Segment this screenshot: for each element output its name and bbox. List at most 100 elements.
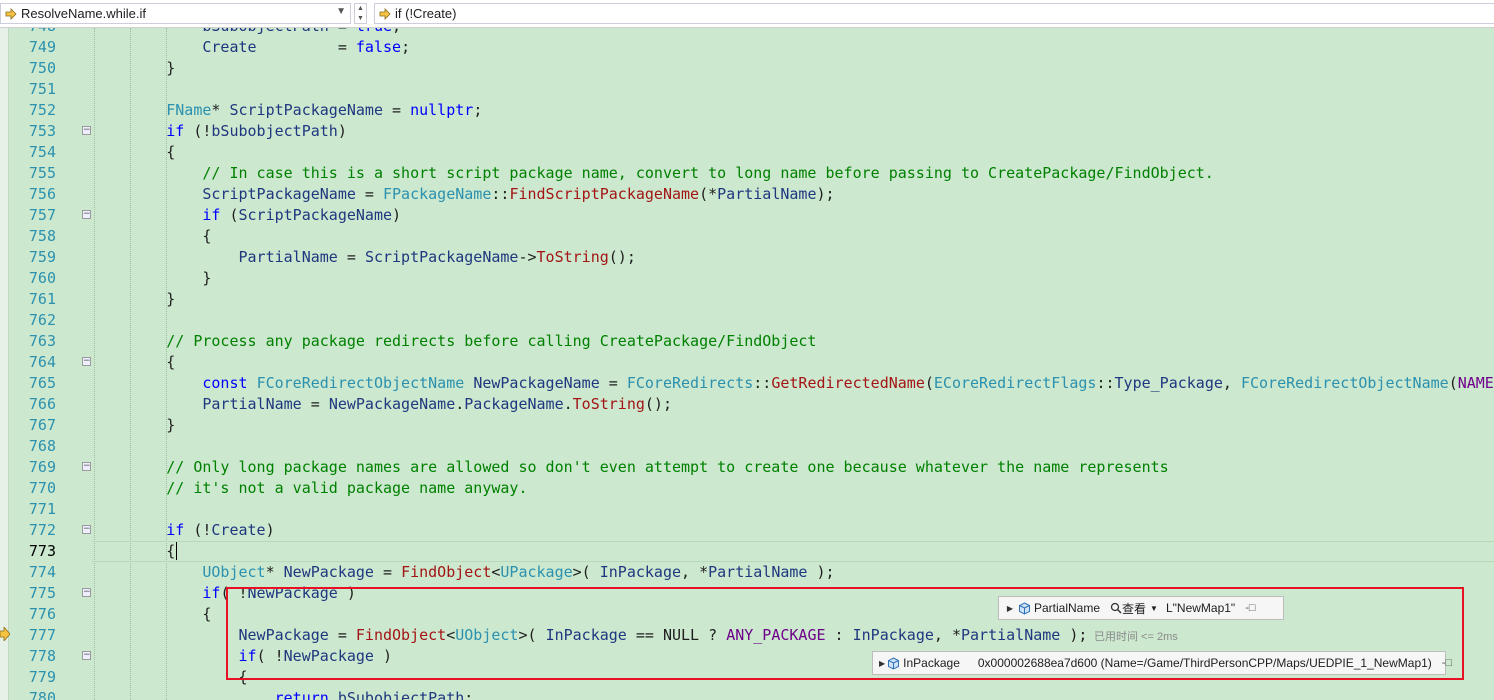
pin-icon[interactable]: -□ bbox=[1442, 657, 1452, 669]
scope-dropdown[interactable]: ResolveName.while.if ▼ bbox=[0, 3, 351, 24]
code-line[interactable]: 760 } bbox=[0, 268, 1494, 289]
code-text[interactable]: if( !NewPackage ) bbox=[94, 583, 356, 604]
code-line[interactable]: 765 const FCoreRedirectObjectName NewPac… bbox=[0, 373, 1494, 394]
code-line[interactable]: 768 bbox=[0, 436, 1494, 457]
code-token: :: bbox=[753, 374, 772, 392]
code-line[interactable]: 770 // it's not a valid package name any… bbox=[0, 478, 1494, 499]
line-number: 764 bbox=[28, 353, 56, 371]
collapse-icon[interactable]: − bbox=[82, 525, 91, 534]
visualizer-button[interactable]: 查看 ▼ bbox=[1110, 600, 1158, 617]
code-text[interactable]: } bbox=[94, 289, 175, 310]
code-text[interactable]: // it's not a valid package name anyway. bbox=[94, 478, 527, 499]
code-text[interactable]: PartialName = ScriptPackageName->ToStrin… bbox=[94, 247, 636, 268]
code-line[interactable]: 754 { bbox=[0, 142, 1494, 163]
code-line[interactable]: 771 bbox=[0, 499, 1494, 520]
code-text[interactable]: { bbox=[94, 142, 175, 163]
code-line[interactable]: 762 bbox=[0, 310, 1494, 331]
datatip-value[interactable]: 0x000002688ea7d600 (Name=/Game/ThirdPers… bbox=[978, 656, 1432, 670]
code-line[interactable]: 763 // Process any package redirects bef… bbox=[0, 331, 1494, 352]
code-text[interactable]: } bbox=[94, 58, 175, 79]
collapse-icon[interactable]: − bbox=[82, 210, 91, 219]
code-line[interactable]: 774 UObject* NewPackage = FindObject<UPa… bbox=[0, 562, 1494, 583]
datatip-inpackage[interactable]: ▶ InPackage 0x000002688ea7d600 (Name=/Ga… bbox=[872, 651, 1452, 675]
spin-up-icon[interactable]: ▲ bbox=[357, 5, 364, 12]
code-text[interactable]: const FCoreRedirectObjectName NewPackage… bbox=[94, 373, 1494, 394]
code-line[interactable]: 772 − if (!Create) bbox=[0, 520, 1494, 541]
code-text[interactable]: bSubobjectPath = true; bbox=[94, 28, 401, 37]
code-token: :: bbox=[1096, 374, 1115, 392]
visualizer-dropdown-icon[interactable]: ▼ bbox=[1150, 604, 1158, 613]
code-text[interactable]: if (!bSubobjectPath) bbox=[94, 121, 347, 142]
code-token: * bbox=[211, 101, 230, 119]
code-text[interactable]: return bSubobjectPath; bbox=[94, 688, 474, 700]
code-line[interactable]: 757 − if (ScriptPackageName) bbox=[0, 205, 1494, 226]
code-token: ) bbox=[337, 584, 356, 602]
code-token: bSubobjectPath bbox=[202, 28, 328, 35]
code-line[interactable]: 759 PartialName = ScriptPackageName->ToS… bbox=[0, 247, 1494, 268]
code-text[interactable]: // In case this is a short script packag… bbox=[94, 163, 1213, 184]
code-text[interactable]: { bbox=[94, 667, 248, 688]
code-text[interactable]: } bbox=[94, 268, 211, 289]
code-text[interactable]: if (!Create) bbox=[94, 520, 274, 541]
code-text[interactable]: // Only long package names are allowed s… bbox=[94, 457, 1168, 478]
line-number: 752 bbox=[28, 101, 56, 119]
datatip-value[interactable]: L"NewMap1" bbox=[1166, 601, 1235, 615]
code-line[interactable]: 755 // In case this is a short script pa… bbox=[0, 163, 1494, 184]
code-line[interactable]: 749 Create = false; bbox=[0, 37, 1494, 58]
pin-icon[interactable]: -□ bbox=[1245, 602, 1255, 614]
code-line[interactable]: 761 } bbox=[0, 289, 1494, 310]
code-line[interactable]: 752 FName* ScriptPackageName = nullptr; bbox=[0, 100, 1494, 121]
code-text[interactable]: if (ScriptPackageName) bbox=[94, 205, 401, 226]
line-number: 780 bbox=[28, 689, 56, 700]
code-token: Create bbox=[211, 521, 266, 539]
line-number: 749 bbox=[28, 38, 56, 56]
code-line[interactable]: 751 bbox=[0, 79, 1494, 100]
code-token: { bbox=[94, 668, 248, 686]
code-text[interactable]: UObject* NewPackage = FindObject<UPackag… bbox=[94, 562, 834, 583]
code-text[interactable]: { bbox=[94, 352, 175, 373]
code-text[interactable]: PartialName = NewPackageName.PackageName… bbox=[94, 394, 672, 415]
code-text[interactable]: Create = false; bbox=[94, 37, 410, 58]
code-text[interactable]: { bbox=[94, 604, 211, 625]
collapse-icon[interactable]: − bbox=[82, 588, 91, 597]
code-line[interactable]: 780 return bSubobjectPath; bbox=[0, 688, 1494, 700]
code-line[interactable]: 753 − if (!bSubobjectPath) bbox=[0, 121, 1494, 142]
member-dropdown[interactable]: if (!Create) bbox=[374, 3, 1494, 24]
collapse-icon[interactable]: − bbox=[82, 462, 91, 471]
code-line[interactable]: 764 − { bbox=[0, 352, 1494, 373]
code-token: = bbox=[256, 38, 356, 56]
code-token: PartialName bbox=[238, 248, 338, 266]
code-line[interactable]: 769 − // Only long package names are allo… bbox=[0, 457, 1494, 478]
expand-icon[interactable]: ▶ bbox=[879, 659, 885, 668]
code-token: false bbox=[355, 38, 402, 56]
spin-down-icon[interactable]: ▼ bbox=[357, 15, 364, 22]
code-text[interactable]: } bbox=[94, 415, 175, 436]
code-text[interactable]: if( !NewPackage ) bbox=[94, 646, 393, 667]
collapse-icon[interactable]: − bbox=[82, 651, 91, 660]
code-line[interactable]: 777 NewPackage = FindObject<UObject>( In… bbox=[0, 625, 1494, 646]
code-text[interactable]: {​ bbox=[94, 541, 178, 562]
scope-spinner[interactable]: ▲ ▼ bbox=[354, 3, 367, 24]
code-line[interactable]: 758 { bbox=[0, 226, 1494, 247]
collapse-icon[interactable]: − bbox=[82, 126, 91, 135]
code-text[interactable]: FName* ScriptPackageName = nullptr; bbox=[94, 100, 482, 121]
code-line[interactable]: 773 {​ bbox=[0, 541, 1494, 562]
code-line[interactable]: 750 } bbox=[0, 58, 1494, 79]
code-text[interactable]: // Process any package redirects before … bbox=[94, 331, 816, 352]
code-text[interactable]: ScriptPackageName = FPackageName::FindSc… bbox=[94, 184, 834, 205]
code-line[interactable]: 766 PartialName = NewPackageName.Package… bbox=[0, 394, 1494, 415]
code-line[interactable]: 767 } bbox=[0, 415, 1494, 436]
code-line[interactable]: 756 ScriptPackageName = FPackageName::Fi… bbox=[0, 184, 1494, 205]
code-token: PartialName bbox=[961, 626, 1061, 644]
code-line[interactable]: 748 bSubobjectPath = true; bbox=[0, 28, 1494, 37]
expand-icon[interactable]: ▶ bbox=[1005, 604, 1015, 613]
code-text[interactable]: NewPackage = FindObject<UObject>( InPack… bbox=[94, 625, 1088, 646]
datatip-partialname[interactable]: ▶ PartialName 查看 ▼ L"NewMap1" -□ bbox=[998, 596, 1284, 620]
code-text[interactable]: { bbox=[94, 226, 211, 247]
member-arrow-icon bbox=[378, 7, 392, 21]
code-token: { bbox=[94, 542, 176, 560]
collapse-icon[interactable]: − bbox=[82, 357, 91, 366]
